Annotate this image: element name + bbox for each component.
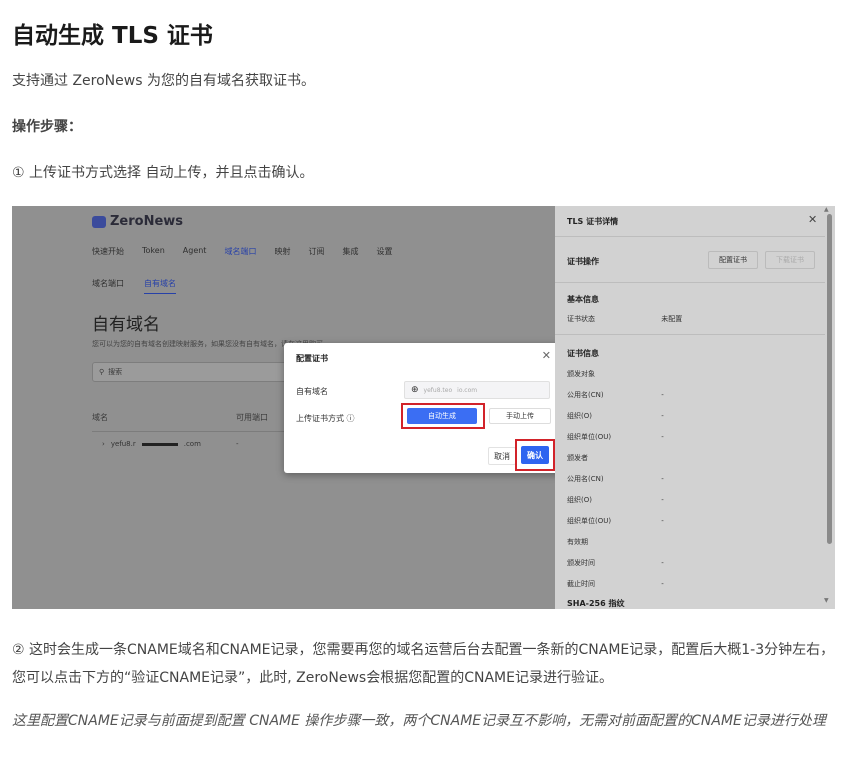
validity-label: 有效期 bbox=[567, 537, 807, 547]
nav-item-integration[interactable]: 集成 bbox=[342, 246, 358, 257]
info-icon: ⓘ bbox=[346, 414, 355, 423]
issuer-label: 颁发者 bbox=[567, 453, 807, 463]
cert-ops-label: 证书操作 bbox=[567, 257, 599, 266]
issued-to-label: 颁发对象 bbox=[567, 369, 807, 379]
issuer-cn-row: 公用名(CN) - bbox=[567, 474, 807, 484]
nav-item-settings[interactable]: 设置 bbox=[376, 246, 392, 257]
issued-time-value: - bbox=[661, 559, 664, 567]
issuer-ou-key: 组织单位(OU) bbox=[567, 517, 612, 525]
doc-title: 自动生成 TLS 证书 bbox=[12, 23, 213, 49]
divider bbox=[92, 431, 292, 432]
table-header: 域名 可用端口 bbox=[92, 412, 292, 423]
table-row[interactable]: › yefu8.r .com - bbox=[102, 440, 239, 448]
issued-time-row: 颁发时间 - bbox=[567, 558, 807, 568]
step-2: ② 这时会生成一条CNAME域名和CNAME记录，您需要再您的域名运营后台去配置… bbox=[12, 642, 835, 686]
highlight-box-auto bbox=[401, 403, 485, 429]
page-title: 自有域名 bbox=[92, 315, 160, 335]
upload-method-text: 上传证书方式 bbox=[296, 414, 344, 423]
nav-item-quickstart[interactable]: 快速开始 bbox=[92, 246, 124, 257]
nav-item-token[interactable]: Token bbox=[142, 246, 165, 257]
download-cert-button[interactable]: 下载证书 bbox=[765, 251, 815, 269]
expiry-value: - bbox=[661, 580, 664, 588]
validity-text: 有效期 bbox=[567, 538, 588, 546]
configure-cert-modal: 配置证书 ✕ 自有域名 ⊕ yefu8.teo io.com 上传证书方式 ⓘ … bbox=[284, 343, 563, 473]
cn-key: 公用名(CN) bbox=[567, 391, 604, 399]
row-domain-prefix: yefu8.r bbox=[110, 440, 136, 448]
o-row: 组织(O) - bbox=[567, 411, 807, 421]
expiry-key: 截止时间 bbox=[567, 580, 595, 588]
status-value: 未配置 bbox=[661, 315, 683, 323]
issuer-o-row: 组织(O) - bbox=[567, 495, 807, 505]
screenshot-image: ZeroNews 快速开始 Token Agent 域名端口 映射 订阅 集成 … bbox=[12, 206, 835, 609]
upload-method-label: 上传证书方式 ⓘ bbox=[296, 413, 355, 424]
divider bbox=[555, 334, 825, 335]
divider bbox=[555, 282, 825, 283]
manual-upload-button[interactable]: 手动上传 bbox=[489, 408, 551, 424]
cn-value: - bbox=[661, 391, 664, 399]
nav-item-mapping[interactable]: 映射 bbox=[274, 246, 290, 257]
status-row: 证书状态 未配置 bbox=[567, 314, 807, 324]
cancel-button[interactable]: 取消 bbox=[488, 447, 516, 465]
logo-text: ZeroNews bbox=[110, 214, 184, 229]
domain-label: 自有域名 bbox=[296, 387, 328, 396]
column-header-domain: 域名 bbox=[92, 413, 108, 422]
divider bbox=[555, 236, 825, 237]
logo: ZeroNews bbox=[92, 214, 183, 229]
note: 这里配置CNAME记录与前面提到配置 CNAME 操作步骤一致，两个CNAME记… bbox=[12, 713, 826, 729]
status-key: 证书状态 bbox=[567, 315, 595, 323]
tab-own-domain[interactable]: 自有域名 bbox=[144, 278, 176, 294]
issuer-cn-value: - bbox=[661, 475, 664, 483]
issuer-ou-row: 组织单位(OU) - bbox=[567, 516, 807, 526]
issuer-o-key: 组织(O) bbox=[567, 496, 592, 504]
basic-info-heading: 基本信息 bbox=[567, 295, 599, 304]
sub-tabs: 域名端口 自有域名 bbox=[92, 278, 176, 294]
step-1: ① 上传证书方式选择 自动上传，并且点击确认。 bbox=[12, 165, 314, 181]
issued-time-key: 颁发时间 bbox=[567, 559, 595, 567]
expiry-row: 截止时间 - bbox=[567, 579, 807, 589]
o-key: 组织(O) bbox=[567, 412, 592, 420]
drawer-title: TLS 证书详情 bbox=[567, 217, 619, 226]
nav-item-domain-port[interactable]: 域名端口 bbox=[224, 246, 256, 257]
tls-detail-drawer: TLS 证书详情 ✕ 证书操作 配置证书 下载证书 基本信息 证书状态 未配置 … bbox=[555, 206, 835, 609]
redaction-bar bbox=[141, 442, 178, 446]
nav-item-subscription[interactable]: 订阅 bbox=[308, 246, 324, 257]
row-port: - bbox=[236, 440, 239, 448]
ou-key: 组织单位(OU) bbox=[567, 433, 612, 441]
configure-cert-button[interactable]: 配置证书 bbox=[708, 251, 758, 269]
sha-heading: SHA-256 指纹 bbox=[567, 599, 625, 608]
row-domain-suffix: .com bbox=[183, 440, 201, 448]
doc-intro: 支持通过 ZeroNews 为您的自有域名获取证书。 bbox=[12, 73, 315, 89]
domain-field: ⊕ yefu8.teo io.com bbox=[404, 381, 550, 399]
chevron-right-icon[interactable]: › bbox=[102, 440, 105, 448]
issuer-text: 颁发者 bbox=[567, 454, 588, 462]
top-nav: 快速开始 Token Agent 域名端口 映射 订阅 集成 设置 bbox=[92, 246, 392, 257]
scroll-down-icon[interactable]: ▼ bbox=[824, 597, 829, 604]
highlight-box-confirm bbox=[515, 439, 555, 471]
tab-domain-port[interactable]: 域名端口 bbox=[92, 278, 124, 294]
globe-icon: ⊕ bbox=[411, 385, 419, 395]
issuer-ou-value: - bbox=[661, 517, 664, 525]
search-input[interactable]: ⚲ 搜索 bbox=[92, 362, 292, 382]
column-header-port: 可用端口 bbox=[236, 413, 268, 422]
ou-value: - bbox=[661, 433, 664, 441]
domain-value-suffix: io.com bbox=[457, 386, 478, 394]
scrollbar[interactable] bbox=[827, 214, 832, 544]
issuer-cn-key: 公用名(CN) bbox=[567, 475, 604, 483]
close-icon[interactable]: ✕ bbox=[808, 213, 817, 226]
close-icon[interactable]: ✕ bbox=[542, 349, 551, 362]
issuer-o-value: - bbox=[661, 496, 664, 504]
issued-to-text: 颁发对象 bbox=[567, 370, 595, 378]
search-icon: ⚲ bbox=[99, 368, 105, 376]
cn-row: 公用名(CN) - bbox=[567, 390, 807, 400]
modal-title: 配置证书 bbox=[296, 354, 328, 363]
ou-row: 组织单位(OU) - bbox=[567, 432, 807, 442]
o-value: - bbox=[661, 412, 664, 420]
scroll-up-icon[interactable]: ▲ bbox=[824, 206, 829, 213]
cert-info-heading: 证书信息 bbox=[567, 349, 599, 358]
nav-item-agent[interactable]: Agent bbox=[183, 246, 207, 257]
search-placeholder: 搜索 bbox=[108, 368, 123, 376]
domain-value-prefix: yefu8.teo bbox=[423, 386, 453, 394]
steps-heading: 操作步骤： bbox=[12, 119, 82, 135]
logo-icon bbox=[92, 215, 106, 228]
